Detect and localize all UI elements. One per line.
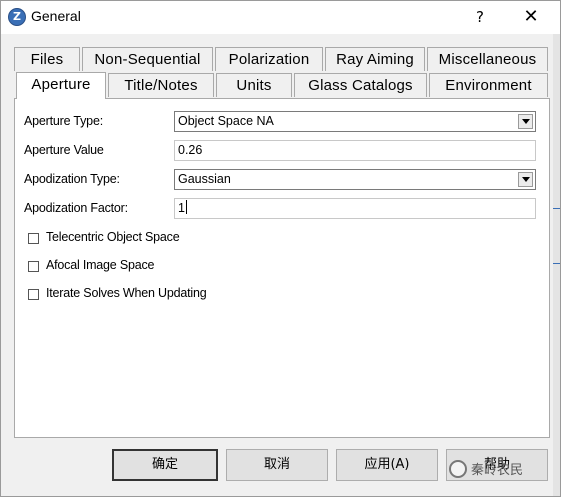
apodization-type-label: Apodization Type: bbox=[24, 172, 120, 186]
tab-title-notes[interactable]: Title/Notes bbox=[108, 73, 214, 97]
telecentric-checkbox[interactable] bbox=[28, 233, 39, 244]
dialog-title: General bbox=[31, 8, 81, 24]
title-bar[interactable]: Z General ? ✕ bbox=[1, 1, 560, 34]
aperture-type-label: Aperture Type: bbox=[24, 114, 103, 128]
help-question-button[interactable]: ? bbox=[466, 4, 494, 30]
close-button[interactable]: ✕ bbox=[514, 4, 548, 30]
aperture-panel: Aperture Type: Object Space NA Aperture … bbox=[14, 98, 550, 438]
tab-polarization[interactable]: Polarization bbox=[215, 47, 323, 71]
telecentric-label: Telecentric Object Space bbox=[46, 230, 180, 244]
watermark-text: 秦岭农民 bbox=[471, 463, 524, 478]
tab-miscellaneous[interactable]: Miscellaneous bbox=[427, 47, 548, 71]
apply-button[interactable]: 应用(A) bbox=[336, 449, 438, 481]
apodization-type-value: Gaussian bbox=[178, 172, 231, 186]
tab-environment[interactable]: Environment bbox=[429, 73, 548, 97]
watermark: 秦岭农民 bbox=[449, 459, 523, 478]
background-window-edge bbox=[553, 34, 560, 496]
chevron-down-icon[interactable] bbox=[518, 114, 533, 129]
zemax-app-icon: Z bbox=[8, 8, 26, 26]
aperture-type-value: Object Space NA bbox=[178, 114, 274, 128]
iterate-solves-checkbox[interactable] bbox=[28, 289, 39, 300]
afocal-checkbox[interactable] bbox=[28, 261, 39, 272]
tab-ray-aiming[interactable]: Ray Aiming bbox=[325, 47, 425, 71]
wechat-icon bbox=[449, 460, 467, 478]
aperture-value-text: 0.26 bbox=[178, 143, 203, 157]
apodization-factor-label: Apodization Factor: bbox=[24, 201, 128, 215]
chevron-down-icon[interactable] bbox=[518, 172, 533, 187]
aperture-type-dropdown[interactable]: Object Space NA bbox=[174, 111, 536, 132]
iterate-solves-label: Iterate Solves When Updating bbox=[46, 286, 207, 300]
tab-non-sequential[interactable]: Non-Sequential bbox=[82, 47, 213, 71]
apodization-type-dropdown[interactable]: Gaussian bbox=[174, 169, 536, 190]
ok-button[interactable]: 确定 bbox=[112, 449, 218, 481]
general-dialog: Z General ? ✕ Files Non-Sequential Polar… bbox=[0, 0, 561, 497]
tab-aperture[interactable]: Aperture bbox=[16, 72, 106, 99]
apodization-factor-input[interactable]: 1 bbox=[174, 198, 536, 219]
text-cursor bbox=[185, 200, 187, 214]
aperture-value-label: Aperture Value bbox=[24, 143, 104, 157]
tab-files[interactable]: Files bbox=[14, 47, 80, 71]
aperture-value-input[interactable]: 0.26 bbox=[174, 140, 536, 161]
tab-glass-catalogs[interactable]: Glass Catalogs bbox=[294, 73, 427, 97]
tab-units[interactable]: Units bbox=[216, 73, 292, 97]
cancel-button[interactable]: 取消 bbox=[226, 449, 328, 481]
afocal-label: Afocal Image Space bbox=[46, 258, 155, 272]
apodization-factor-text: 1 bbox=[178, 201, 185, 215]
